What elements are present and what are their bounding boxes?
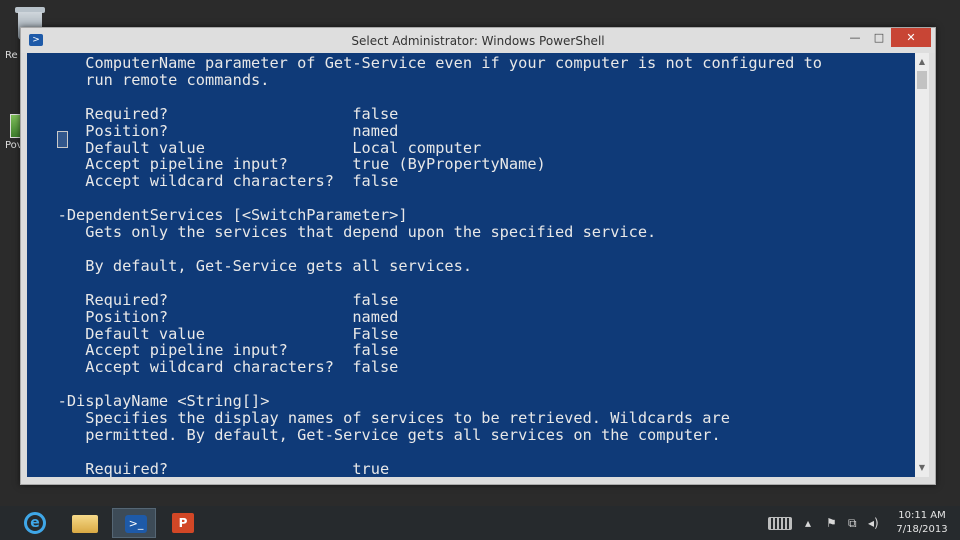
minimize-button[interactable]: — bbox=[843, 28, 867, 47]
console-output: ComputerName parameter of Get-Service ev… bbox=[57, 54, 823, 477]
folder-icon bbox=[72, 515, 98, 533]
action-center-flag-icon[interactable]: ⚑ bbox=[826, 506, 837, 540]
show-hidden-icons-icon[interactable]: ▴ bbox=[805, 506, 811, 540]
maximize-button[interactable]: □ bbox=[867, 28, 891, 47]
taskbar-powerpoint[interactable]: P bbox=[160, 508, 204, 538]
powershell-window: > Select Administrator: Windows PowerShe… bbox=[20, 27, 936, 485]
taskbar-file-explorer[interactable] bbox=[62, 508, 106, 538]
taskbar: e >_ P ▴ ⚑ ⧉ ◂) 10:11 AM 7/18/2013 bbox=[0, 506, 960, 540]
system-clock[interactable]: 10:11 AM 7/18/2013 bbox=[890, 509, 954, 537]
window-title: Select Administrator: Windows PowerShell bbox=[351, 34, 605, 48]
vertical-scrollbar[interactable]: ▲ ▼ bbox=[915, 53, 929, 477]
touch-keyboard-icon[interactable] bbox=[768, 517, 792, 530]
clock-time: 10:11 AM bbox=[898, 510, 946, 521]
scroll-thumb[interactable] bbox=[917, 71, 927, 89]
scroll-up-icon[interactable]: ▲ bbox=[915, 55, 929, 69]
taskbar-internet-explorer[interactable]: e bbox=[12, 508, 56, 538]
scroll-down-icon[interactable]: ▼ bbox=[915, 461, 929, 475]
network-icon[interactable]: ⧉ bbox=[848, 506, 857, 540]
powershell-icon: >_ bbox=[125, 515, 147, 533]
console-area[interactable]: ComputerName parameter of Get-Service ev… bbox=[27, 53, 915, 477]
volume-icon[interactable]: ◂) bbox=[868, 506, 879, 540]
mouse-cursor-icon bbox=[57, 131, 68, 148]
powerpoint-icon: P bbox=[172, 513, 194, 533]
taskbar-powershell[interactable]: >_ bbox=[112, 508, 156, 538]
close-button[interactable]: ✕ bbox=[891, 28, 931, 47]
internet-explorer-icon: e bbox=[24, 512, 46, 534]
clock-date: 7/18/2013 bbox=[896, 524, 948, 535]
title-bar[interactable]: > Select Administrator: Windows PowerShe… bbox=[21, 28, 935, 53]
recycle-bin-label[interactable]: Re bbox=[5, 50, 18, 61]
